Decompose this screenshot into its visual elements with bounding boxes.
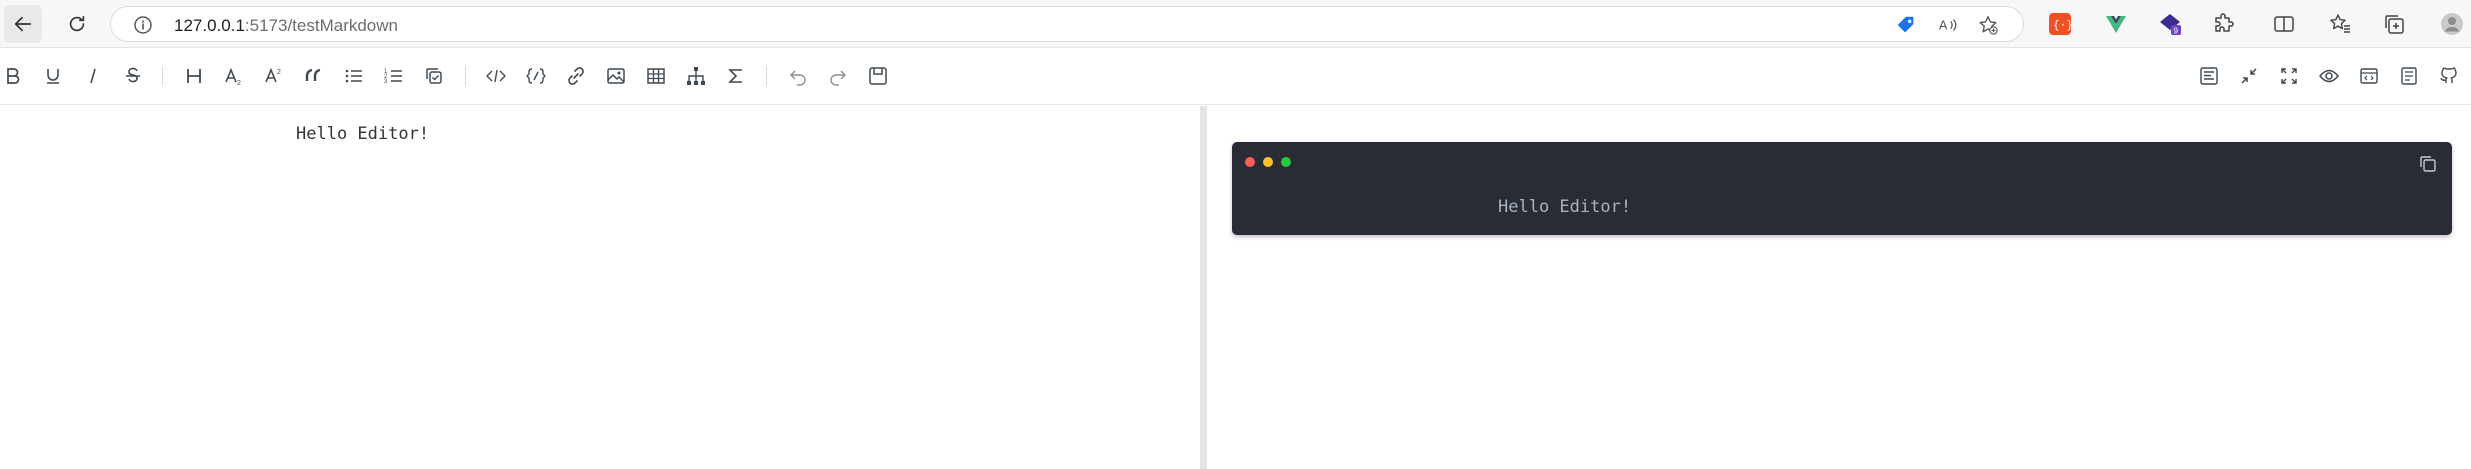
url-host: 127.0.0.1 [174,16,245,35]
link-icon[interactable] [564,64,588,88]
pane-splitter[interactable] [1200,106,1207,469]
arrow-left-icon [14,16,32,32]
task-list-icon[interactable] [422,64,446,88]
favorite-star-icon[interactable] [1977,14,1999,36]
redo-icon[interactable] [826,64,850,88]
mac-dot-yellow [1263,157,1273,167]
read-aloud-icon[interactable]: A [1937,14,1959,36]
save-icon[interactable] [866,64,890,88]
fullscreen-icon[interactable] [2277,64,2301,88]
heading-icon[interactable] [182,64,206,88]
profile-avatar-icon[interactable] [2440,12,2464,36]
reload-button[interactable] [58,5,96,43]
svg-text:{·}: {·} [2053,20,2072,32]
svg-text:2: 2 [237,80,241,86]
code-content: Hello Editor! [1498,197,1632,217]
editor-content[interactable]: Hello Editor! [296,124,429,144]
github-icon[interactable] [2437,64,2461,88]
underline-icon[interactable] [41,64,65,88]
mac-dot-red [1245,157,1255,167]
address-bar[interactable]: 127.0.0.1:5173/testMarkdown A [110,6,2024,42]
copy-code-icon[interactable] [2418,154,2438,174]
url-path: :5173/testMarkdown [244,16,398,35]
ordered-list-icon[interactable]: 123 [382,64,406,88]
formula-sigma-icon[interactable] [724,64,748,88]
url-text[interactable]: 127.0.0.1:5173/testMarkdown [174,16,398,36]
page-fullscreen-exit-icon[interactable] [2237,64,2261,88]
svg-text:A: A [1939,18,1948,33]
superscript-icon[interactable]: 2 [262,64,286,88]
code-row-icon[interactable] [484,64,508,88]
price-tag-icon[interactable] [1895,14,1917,36]
back-button[interactable] [4,5,42,43]
favorites-icon[interactable] [2328,12,2352,36]
extension-badge-icon[interactable]: 9 [2158,12,2182,36]
collections-icon[interactable] [2382,12,2406,36]
toolbar-divider [766,66,767,86]
undo-icon[interactable] [786,64,810,88]
reload-icon [69,15,85,32]
json-extension-icon[interactable]: {·} [2048,12,2072,36]
extensions-puzzle-icon[interactable] [2212,12,2236,36]
bold-icon[interactable] [1,64,25,88]
mac-dot-green [1281,157,1291,167]
catalog-icon[interactable] [2397,64,2421,88]
unordered-list-icon[interactable] [342,64,366,88]
toolbar-divider [465,66,466,86]
italic-icon[interactable] [81,64,105,88]
image-icon[interactable] [604,64,628,88]
toolbar-divider [162,66,163,86]
editor-toolbar: 2 2 123 [0,48,2471,105]
browser-toolbar: 127.0.0.1:5173/testMarkdown A {·} 9 [0,0,2471,48]
code-block-icon[interactable] [524,64,548,88]
strikethrough-icon[interactable] [121,64,145,88]
mermaid-diagram-icon[interactable] [684,64,708,88]
prettier-format-icon[interactable] [2197,64,2221,88]
svg-text:9: 9 [2174,27,2179,36]
info-icon[interactable] [133,15,153,35]
preview-eye-icon[interactable] [2317,64,2341,88]
quote-icon[interactable] [302,64,326,88]
markdown-preview-pane: Hello Editor! [1207,106,2471,469]
svg-text:3: 3 [384,79,388,85]
html-preview-icon[interactable] [2357,64,2381,88]
vue-devtools-icon[interactable] [2104,12,2128,36]
code-block: Hello Editor! [1232,142,2452,235]
split-screen-icon[interactable] [2272,12,2296,36]
svg-text:2: 2 [277,69,281,76]
markdown-input-pane[interactable]: Hello Editor! [0,106,1200,469]
subscript-icon[interactable]: 2 [222,64,246,88]
table-icon[interactable] [644,64,668,88]
